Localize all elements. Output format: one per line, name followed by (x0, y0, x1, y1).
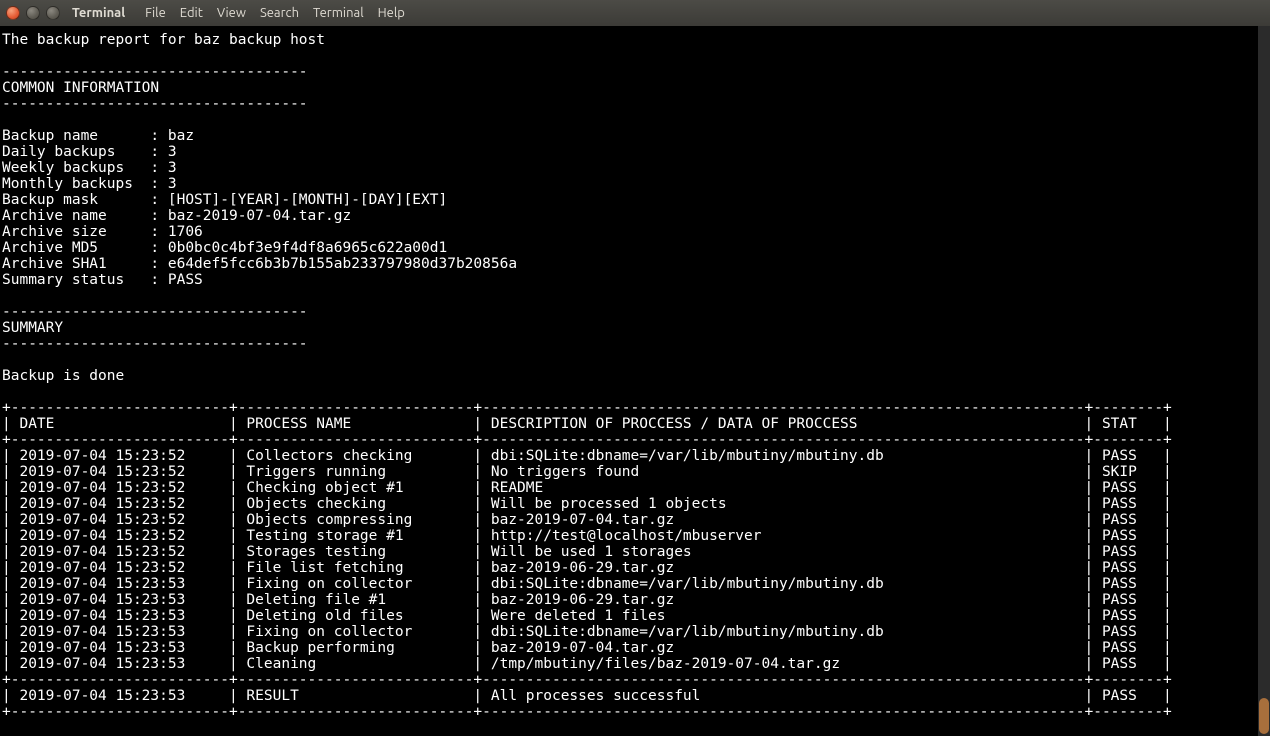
maximize-icon[interactable] (46, 6, 60, 20)
menu-view[interactable]: View (217, 5, 246, 21)
menu-edit[interactable]: Edit (180, 5, 203, 21)
menu-search[interactable]: Search (260, 5, 299, 21)
minimize-icon[interactable] (26, 6, 40, 20)
menu-bar: File Edit View Search Terminal Help (145, 5, 405, 21)
menu-terminal[interactable]: Terminal (313, 5, 364, 21)
terminal-output[interactable]: The backup report for baz backup host --… (0, 26, 1270, 736)
scrollbar-track[interactable] (1258, 26, 1270, 736)
scrollbar-thumb[interactable] (1259, 698, 1269, 734)
menu-file[interactable]: File (145, 5, 166, 21)
window-title: Terminal (72, 5, 125, 21)
menu-help[interactable]: Help (378, 5, 405, 21)
close-icon[interactable] (6, 6, 20, 20)
window-titlebar: Terminal File Edit View Search Terminal … (0, 0, 1270, 26)
